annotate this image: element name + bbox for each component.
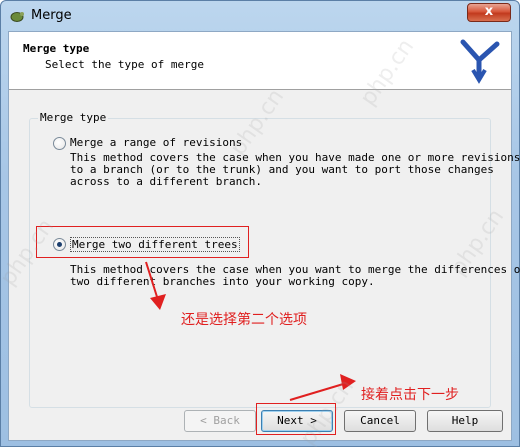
merge-type-group: Merge type Merge a range of revisions Th… — [29, 111, 520, 408]
merge-dialog-window: Merge x Merge type Select the type of me… — [0, 0, 520, 447]
help-button[interactable]: Help — [427, 410, 503, 432]
option-label-range[interactable]: Merge a range of revisions — [70, 136, 242, 149]
close-button[interactable]: x — [467, 3, 511, 22]
cancel-button[interactable]: Cancel — [344, 410, 416, 432]
wizard-header: Merge type Select the type of merge — [9, 32, 511, 90]
highlight-box-option — [36, 226, 249, 258]
annotation-select-second: 还是选择第二个选项 — [181, 312, 307, 328]
merge-branch-icon — [460, 39, 500, 84]
option-desc-range: This method covers the case when you hav… — [70, 151, 520, 188]
page-title: Merge type — [23, 42, 90, 55]
tortoise-app-icon — [10, 12, 24, 22]
annotation-click-next: 接着点击下一步 — [361, 387, 459, 403]
group-legend: Merge type — [38, 111, 109, 124]
page-subtitle: Select the type of merge — [45, 58, 204, 71]
radio-merge-range[interactable] — [53, 137, 66, 150]
window-title: Merge — [31, 8, 72, 23]
title-bar[interactable]: Merge x — [1, 1, 519, 31]
back-button[interactable]: < Back — [184, 410, 256, 432]
